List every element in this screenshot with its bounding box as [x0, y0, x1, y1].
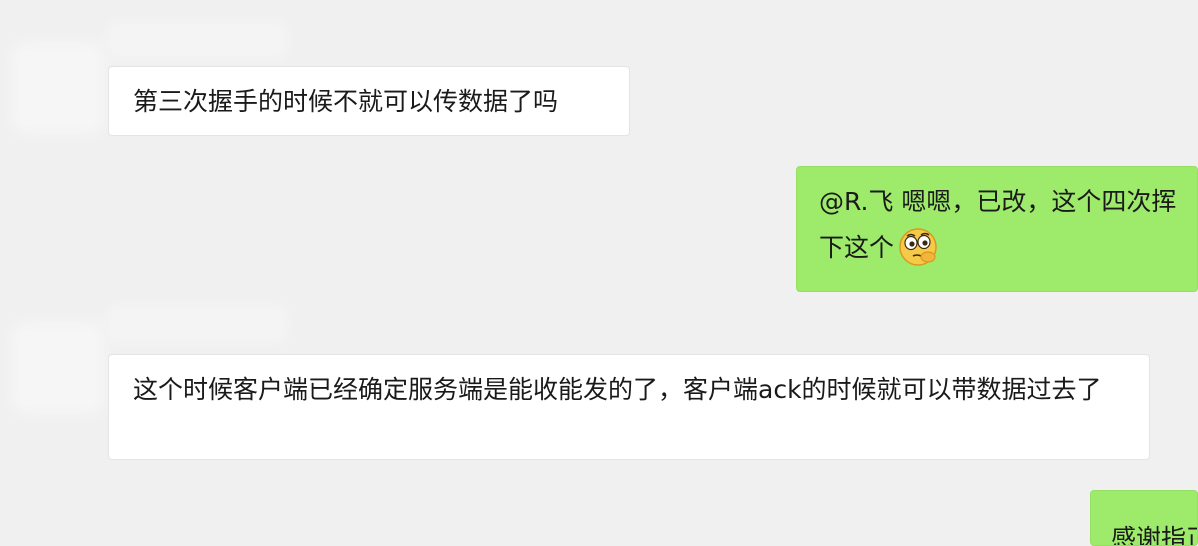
avatar[interactable] [20, 330, 96, 406]
avatar[interactable] [20, 50, 96, 126]
message-bubble[interactable]: 这个时候客户端已经确定服务端是能收能发的了，客户端ack的时候就可以带数据过去了 [108, 354, 1150, 460]
message-text: 感谢指正 [1111, 524, 1197, 546]
message-text: 这个时候客户端已经确定服务端是能收能发的了，客户端ack的时候就可以带数据过去了 [133, 375, 1102, 404]
message-bubble[interactable]: 感谢指正 [1090, 490, 1198, 546]
message-bubble[interactable]: @R.飞 嗯嗯，已改，这个四次挥 下这个 [796, 166, 1198, 292]
thinking-face-icon [898, 227, 938, 267]
message-text-line: @R.飞 嗯嗯，已改，这个四次挥 [819, 187, 1177, 216]
sender-name [112, 26, 282, 54]
message-bubble[interactable]: 第三次握手的时候不就可以传数据了吗 [108, 66, 630, 136]
sender-name [112, 310, 282, 338]
message-text-line: 下这个 [819, 233, 895, 262]
message-text: 第三次握手的时候不就可以传数据了吗 [133, 87, 559, 116]
